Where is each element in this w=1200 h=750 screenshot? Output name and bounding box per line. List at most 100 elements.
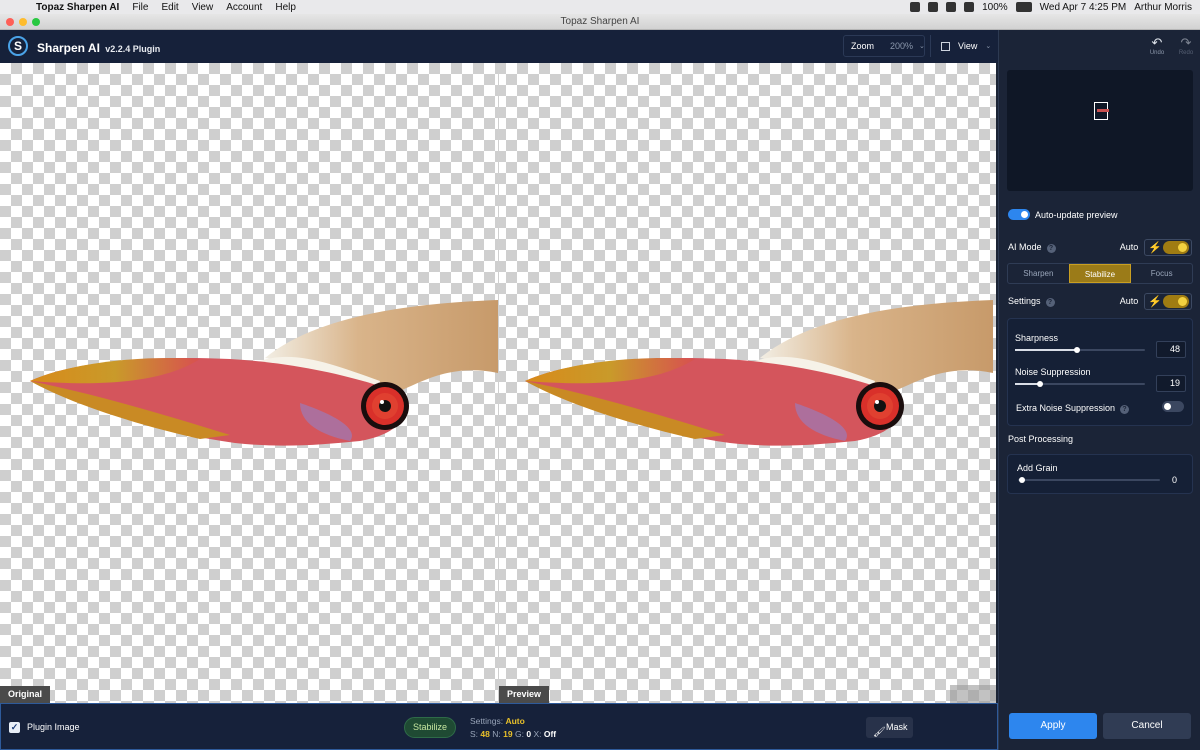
chevron-down-icon: ⌄ <box>985 43 992 50</box>
noise-suppression-slider[interactable] <box>1015 381 1145 387</box>
menu-help[interactable]: Help <box>275 2 296 13</box>
zoom-value: 200% <box>890 41 914 51</box>
g-value: 0 <box>526 729 532 739</box>
brush-icon: 🖌 <box>873 727 886 738</box>
mode-sharpen[interactable]: Sharpen <box>1008 264 1069 283</box>
x-label: X: <box>533 729 542 739</box>
redo-label: Redo <box>1178 50 1194 56</box>
split-divider[interactable] <box>498 63 499 703</box>
wifi-icon[interactable] <box>964 2 975 12</box>
lightning-icon: ⚡ <box>1148 241 1162 254</box>
add-grain-slider[interactable] <box>1018 477 1160 483</box>
mode-stabilize[interactable]: Stabilize <box>1068 264 1132 283</box>
menu-account[interactable]: Account <box>226 2 262 13</box>
settings-panel: ↶ Undo ↷ Redo Auto-update preview AI Mod… <box>998 30 1200 750</box>
noise-suppression-input[interactable]: 19 <box>1156 375 1186 392</box>
menu-view[interactable]: View <box>192 2 214 13</box>
menu-file[interactable]: File <box>132 2 148 13</box>
g-label: G: <box>514 729 524 739</box>
app-version: v2.2.4 Plugin <box>105 44 161 54</box>
x-value: Off <box>543 729 557 739</box>
menu-app-name[interactable]: Topaz Sharpen AI <box>36 2 119 13</box>
settings-heading: Settings? <box>1008 296 1055 307</box>
n-label: N: <box>492 729 501 739</box>
window-titlebar: Topaz Sharpen AI <box>0 14 1200 30</box>
mask-label: Mask <box>886 722 908 732</box>
window-title: Topaz Sharpen AI <box>560 16 640 27</box>
extra-noise-toggle[interactable] <box>1162 401 1184 412</box>
lightning-icon: ⚡ <box>1148 295 1162 308</box>
n-value: 19 <box>503 729 513 739</box>
preview-label: Preview <box>499 686 550 703</box>
ai-mode-auto-toggle[interactable]: ⚡ <box>1144 238 1192 256</box>
s-value: 48 <box>480 729 490 739</box>
help-icon[interactable]: ? <box>1045 298 1055 307</box>
compare-controls[interactable] <box>950 685 996 703</box>
sharpness-slider[interactable] <box>1015 347 1145 353</box>
view-layout-icon <box>941 41 950 51</box>
zoom-window-button[interactable] <box>32 18 40 26</box>
navigator-thumbnail[interactable] <box>1007 70 1193 191</box>
undo-icon: ↶ <box>1151 35 1163 50</box>
topaz-logo-icon: S <box>8 36 28 56</box>
undo-button[interactable]: ↶ Undo <box>1146 35 1168 57</box>
mode-focus[interactable]: Focus <box>1131 264 1192 283</box>
help-icon[interactable]: ? <box>1120 405 1130 414</box>
add-grain-value: 0 <box>1172 475 1178 485</box>
settings-auto: Auto ⚡ <box>1119 292 1192 310</box>
battery-percent: 100% <box>982 1 1008 13</box>
plugin-image-label: Plugin Image <box>27 722 80 732</box>
settings-summary-label: Settings: <box>470 716 504 726</box>
view-dropdown[interactable]: View ⌄ <box>930 35 996 57</box>
zoom-dropdown[interactable]: Zoom 200% ⌄ <box>843 35 925 57</box>
settings-auto-toggle[interactable]: ⚡ <box>1144 292 1192 310</box>
plugin-image-checkbox[interactable]: ✓ <box>9 722 20 733</box>
slider-handle[interactable] <box>1074 347 1080 353</box>
add-grain-label: Add Grain <box>1017 463 1058 473</box>
settings-summary-value: Auto <box>505 716 525 726</box>
sharpness-label: Sharpness <box>1015 333 1059 343</box>
apply-button[interactable]: Apply <box>1009 713 1097 739</box>
sharpness-input[interactable]: 48 <box>1156 341 1186 358</box>
noise-suppression-label: Noise Suppression <box>1015 367 1091 377</box>
battery-icon[interactable] <box>1015 2 1032 12</box>
slider-handle[interactable] <box>1037 381 1043 387</box>
mask-button[interactable]: 🖌 Mask <box>866 717 913 738</box>
bottom-bar: ✓ Plugin Image Stabilize Settings: Auto … <box>0 703 998 750</box>
settings-label: Settings <box>1008 296 1041 306</box>
redo-button[interactable]: ↷ Redo <box>1175 35 1197 57</box>
auto-update-label: Auto-update preview <box>1035 210 1118 220</box>
settings-auto-label: Auto <box>1119 296 1139 306</box>
cancel-button[interactable]: Cancel <box>1103 713 1191 739</box>
zoom-label: Zoom <box>851 41 875 51</box>
app-title-text: Sharpen AI <box>37 41 100 55</box>
minimize-window-button[interactable] <box>19 18 27 26</box>
ai-mode-heading: AI Mode? <box>1008 242 1056 253</box>
ai-mode-selector: Sharpen Stabilize Focus <box>1007 263 1193 284</box>
close-window-button[interactable] <box>6 18 14 26</box>
extra-noise-label: Extra Noise Suppression <box>1016 403 1116 413</box>
slider-handle[interactable] <box>1019 477 1025 483</box>
ai-mode-label: AI Mode <box>1008 242 1042 252</box>
undo-label: Undo <box>1149 50 1165 56</box>
mode-pill[interactable]: Stabilize <box>404 717 456 738</box>
redo-icon: ↷ <box>1180 35 1192 50</box>
navigator-viewport[interactable] <box>1094 102 1109 120</box>
ai-mode-auto-label: Auto <box>1119 242 1139 252</box>
help-icon[interactable]: ? <box>1046 244 1056 253</box>
menu-edit[interactable]: Edit <box>161 2 178 13</box>
image-canvas[interactable]: Original Preview <box>0 63 996 703</box>
status-icon[interactable] <box>910 2 921 12</box>
status-icon[interactable] <box>946 2 957 12</box>
chevron-down-icon: ⌄ <box>919 43 925 50</box>
mac-menu-bar: Topaz Sharpen AI File Edit View Account … <box>0 0 1200 14</box>
status-icon[interactable] <box>928 2 939 12</box>
ai-mode-auto: Auto ⚡ <box>1119 238 1192 256</box>
s-label: S: <box>470 729 479 739</box>
clock[interactable]: Wed Apr 7 4:25 PM <box>1040 2 1127 13</box>
original-label: Original <box>0 686 51 703</box>
auto-update-toggle[interactable] <box>1008 209 1030 220</box>
settings-summary: Settings: Auto S: 48 N: 19 G: 0 X: Off <box>470 715 556 741</box>
user-name[interactable]: Arthur Morris <box>1134 2 1192 13</box>
view-label: View <box>958 41 978 51</box>
